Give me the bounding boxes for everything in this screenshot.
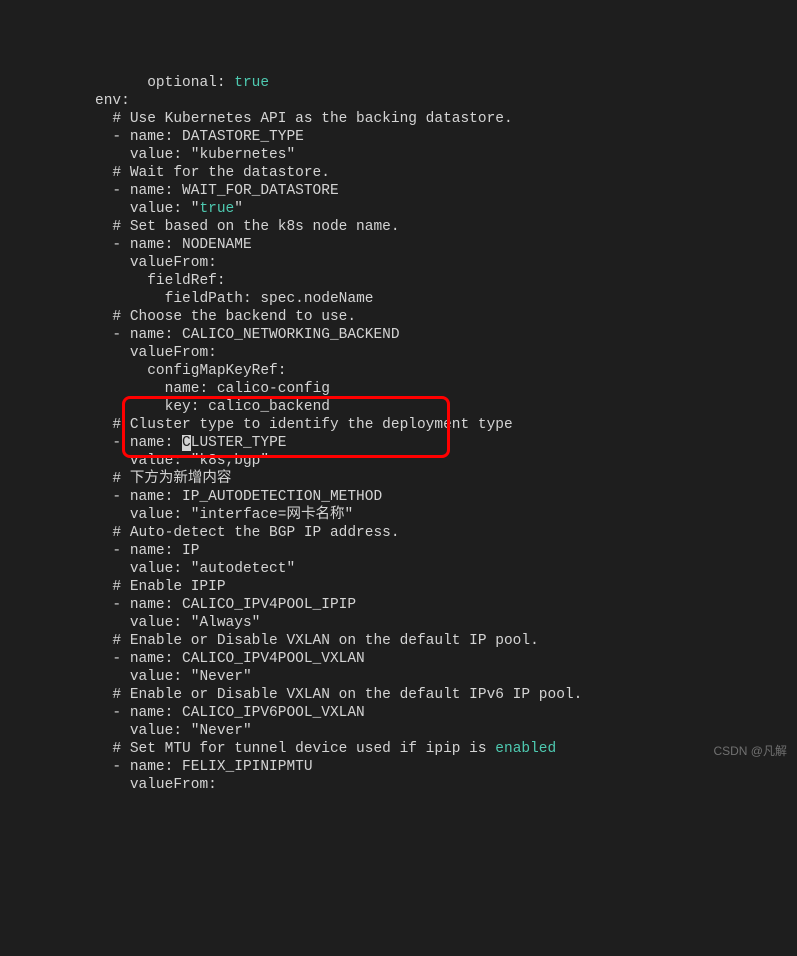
code-line: value: "Never" [8,722,797,740]
code-line: # Choose the backend to use. [8,308,797,326]
code-line: valueFrom: [8,344,797,362]
code-line: - name: IP [8,542,797,560]
code-line: - name: CALICO_NETWORKING_BACKEND [8,326,797,344]
code-block: optional: true env: # Use Kubernetes API… [0,74,797,794]
code-line: - name: NODENAME [8,236,797,254]
code-line: # Enable or Disable VXLAN on the default… [8,632,797,650]
watermark: CSDN @凡解 [713,742,787,760]
code-line: # Auto-detect the BGP IP address. [8,524,797,542]
code-line: env: [8,92,797,110]
code-line: # Use Kubernetes API as the backing data… [8,110,797,128]
code-line: fieldPath: spec.nodeName [8,290,797,308]
code-line: valueFrom: [8,254,797,272]
code-line: value: "kubernetes" [8,146,797,164]
code-line: value: "k8s,bgp" [8,452,797,470]
code-line: optional: true [8,74,797,92]
code-line: - name: CALICO_IPV4POOL_IPIP [8,596,797,614]
code-line: - name: WAIT_FOR_DATASTORE [8,182,797,200]
code-line: # Enable or Disable VXLAN on the default… [8,686,797,704]
code-line: name: calico-config [8,380,797,398]
code-line: # 下方为新增内容 [8,470,797,488]
code-line: # Enable IPIP [8,578,797,596]
code-line: # Set based on the k8s node name. [8,218,797,236]
code-line: fieldRef: [8,272,797,290]
code-line: value: "true" [8,200,797,218]
code-line: value: "Always" [8,614,797,632]
code-line: valueFrom: [8,776,797,794]
code-line: value: "Never" [8,668,797,686]
code-line: value: "interface=网卡名称" [8,506,797,524]
code-line: - name: DATASTORE_TYPE [8,128,797,146]
code-line: # Wait for the datastore. [8,164,797,182]
code-line: value: "autodetect" [8,560,797,578]
code-line: - name: CALICO_IPV6POOL_VXLAN [8,704,797,722]
code-line: # Set MTU for tunnel device used if ipip… [8,740,797,758]
code-line: - name: IP_AUTODETECTION_METHOD [8,488,797,506]
code-line: # Cluster type to identify the deploymen… [8,416,797,434]
code-line: - name: CLUSTER_TYPE [8,434,797,452]
code-line: key: calico_backend [8,398,797,416]
code-line: - name: CALICO_IPV4POOL_VXLAN [8,650,797,668]
code-line: - name: FELIX_IPINIPMTU [8,758,797,776]
code-line: configMapKeyRef: [8,362,797,380]
